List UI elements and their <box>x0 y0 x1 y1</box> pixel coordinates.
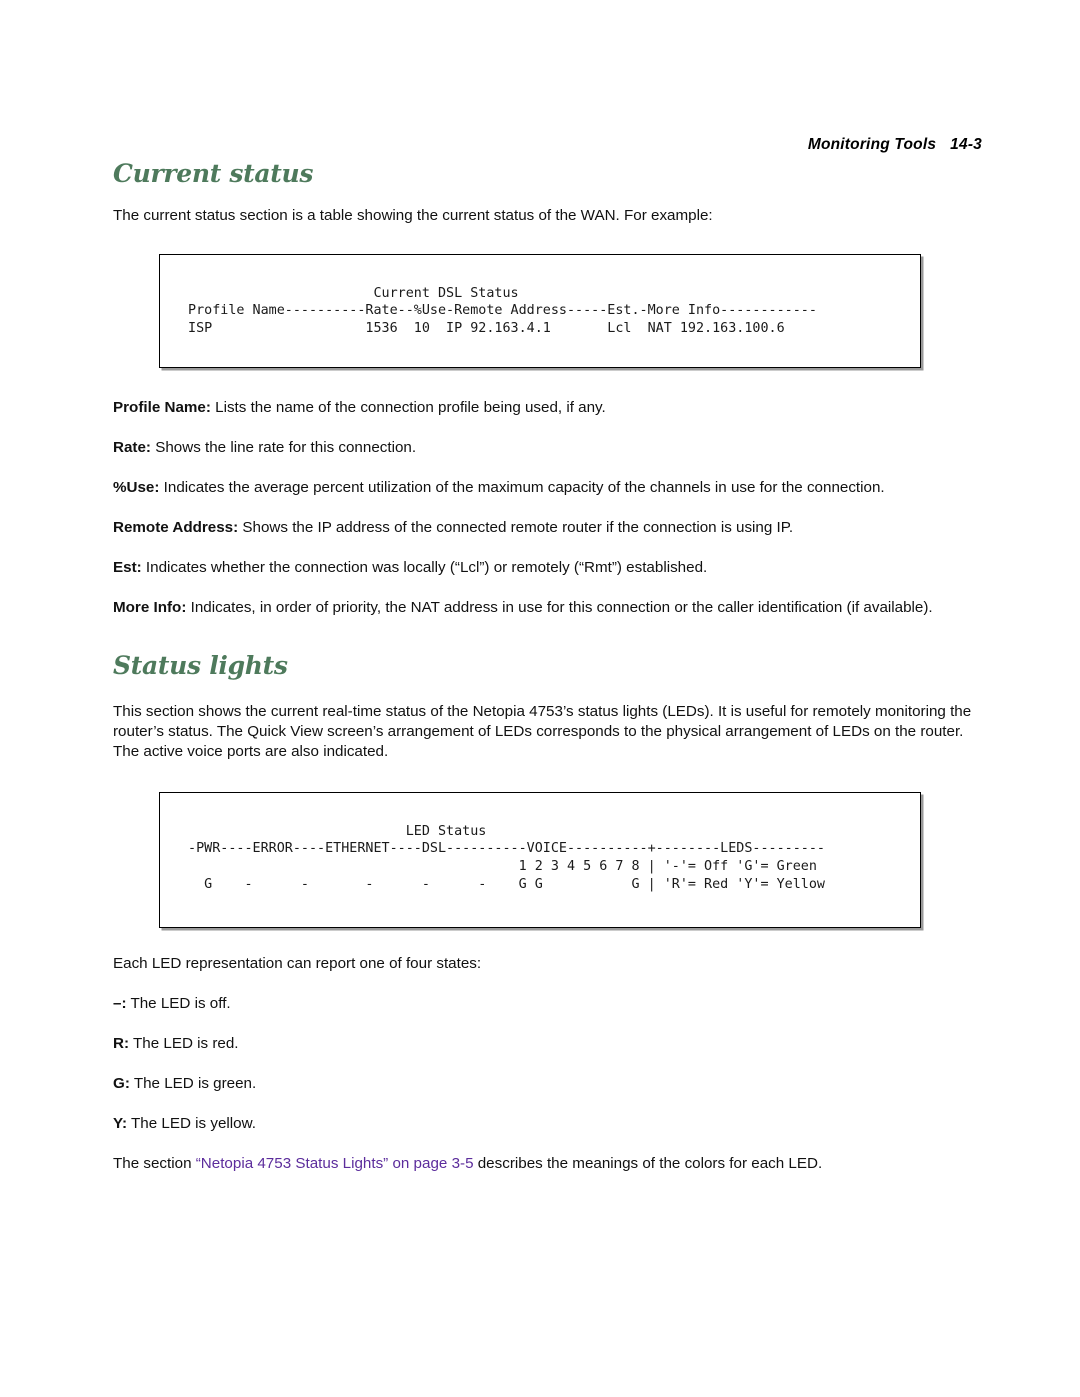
cross-reference-prefix: The section <box>113 1155 196 1173</box>
definition-text: Shows the IP address of the connected re… <box>238 519 794 537</box>
definition-est: Est: Indicates whether the connection wa… <box>113 558 973 578</box>
current-status-intro: The current status section is a table sh… <box>113 206 713 224</box>
definition-text: Indicates the average percent utilizatio… <box>159 479 885 497</box>
terminal-led-wrapper: LED Status -PWR----ERROR----ETHERNET----… <box>159 791 921 929</box>
terminal-dsl-text: Current DSL Status Profile Name---------… <box>188 285 817 336</box>
led-state-text: The LED is off. <box>126 995 231 1013</box>
terminal-led-box: LED Status -PWR----ERROR----ETHERNET----… <box>159 791 921 929</box>
section-heading-current-status: Current status <box>113 159 314 188</box>
led-states-intro: Each LED representation can report one o… <box>113 955 482 973</box>
definition-term: Rate: <box>113 439 151 457</box>
cross-reference-sentence: The section “Netopia 4753 Status Lights”… <box>113 1154 973 1174</box>
definition-text: Indicates, in order of priority, the NAT… <box>186 599 933 617</box>
led-state-term: –: <box>113 995 127 1013</box>
led-state-off: –: The LED is off. <box>113 994 973 1014</box>
status-lights-intro: This section shows the current real-time… <box>113 702 972 760</box>
definition-term: Profile Name: <box>113 399 211 417</box>
led-state-text: The LED is green. <box>129 1075 257 1093</box>
led-state-yellow: Y: The LED is yellow. <box>113 1114 973 1134</box>
definition-text: Lists the name of the connection profile… <box>210 399 606 417</box>
led-state-text: The LED is red. <box>129 1035 239 1053</box>
section-heading-status-lights: Status lights <box>113 651 288 681</box>
definition-term: More Info: <box>113 599 187 617</box>
led-state-text: The LED is yellow. <box>127 1115 256 1133</box>
definition-rate: Rate: Shows the line rate for this conne… <box>113 438 973 458</box>
cross-reference-suffix: describes the meanings of the colors for… <box>473 1155 823 1173</box>
cross-reference-link[interactable]: “Netopia 4753 Status Lights” on page 3-5 <box>196 1155 474 1172</box>
document-page: Monitoring Tools 14-3 Current status The … <box>0 0 1080 1397</box>
definition-term: Remote Address: <box>113 519 239 537</box>
definition-percent-use: %Use: Indicates the average percent util… <box>113 478 973 498</box>
led-state-term: G: <box>113 1075 130 1093</box>
definition-remote-address: Remote Address: Shows the IP address of … <box>113 518 973 538</box>
definition-more-info: More Info: Indicates, in order of priori… <box>113 598 973 618</box>
page-content: Current status The current status sectio… <box>113 160 973 1174</box>
led-state-term: Y: <box>113 1115 128 1133</box>
terminal-dsl-box: Current DSL Status Profile Name---------… <box>159 253 921 369</box>
led-state-green: G: The LED is green. <box>113 1074 973 1094</box>
terminal-led-text: LED Status -PWR----ERROR----ETHERNET----… <box>188 823 825 892</box>
definition-term: %Use: <box>113 479 160 497</box>
led-state-term: R: <box>113 1035 130 1053</box>
led-state-red: R: The LED is red. <box>113 1034 973 1054</box>
definition-text: Shows the line rate for this connection. <box>150 439 417 457</box>
running-header: Monitoring Tools 14-3 <box>808 136 982 154</box>
definition-profile-name: Profile Name: Lists the name of the conn… <box>113 398 973 418</box>
running-header-title: Monitoring Tools <box>807 136 937 153</box>
definition-text: Indicates whether the connection was loc… <box>141 559 708 577</box>
terminal-dsl-wrapper: Current DSL Status Profile Name---------… <box>159 253 921 369</box>
running-header-page-number: 14-3 <box>950 136 982 153</box>
definition-term: Est: <box>113 559 142 577</box>
